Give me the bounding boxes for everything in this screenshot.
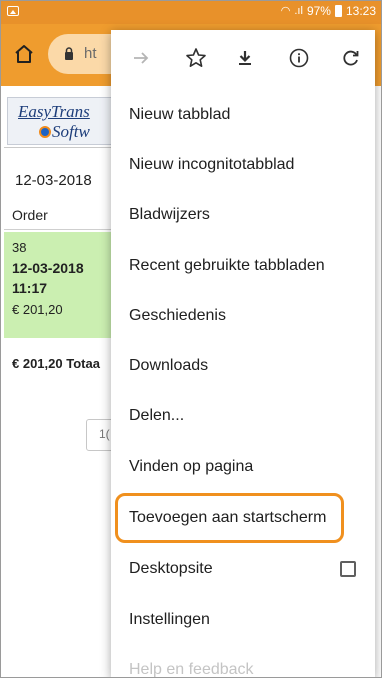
forward-arrow-icon xyxy=(134,52,149,64)
star-icon xyxy=(186,48,206,67)
order-total: € 201,20 Totaa xyxy=(12,356,100,371)
home-button[interactable] xyxy=(10,40,38,68)
url-text: ht xyxy=(84,45,97,62)
gallery-notification-icon xyxy=(7,6,19,16)
reload-icon xyxy=(343,50,359,66)
info-icon xyxy=(289,48,309,68)
highlight-outline xyxy=(115,493,344,543)
order-card[interactable]: 38 12-03-2018 11:17 € 201,20 xyxy=(4,232,124,338)
date-header: 12-03-2018 xyxy=(15,172,92,189)
divider xyxy=(4,229,124,230)
menu-item-label: Nieuw incognitotabblad xyxy=(129,156,295,173)
bookmark-button[interactable] xyxy=(184,46,208,70)
menu-item-label: Nieuw tabblad xyxy=(129,106,231,123)
menu-item-history[interactable]: Geschiedenis xyxy=(111,293,375,341)
logo-dot-icon xyxy=(39,126,51,138)
menu-item-help-feedback[interactable]: Help en feedback xyxy=(111,647,375,678)
download-button[interactable] xyxy=(233,46,257,70)
order-date: 12-03-2018 xyxy=(12,260,84,276)
order-column-header: Order xyxy=(12,207,48,223)
logo-line2: Softw xyxy=(52,122,90,141)
page-size-value: 1( xyxy=(99,427,110,441)
easytrans-logo: EasyTrans Softw xyxy=(7,97,115,145)
page-info-button[interactable] xyxy=(287,46,311,70)
menu-item-label: Instellingen xyxy=(129,611,210,628)
menu-item-label: Delen... xyxy=(129,407,185,424)
desktop-site-checkbox[interactable] xyxy=(340,561,356,577)
menu-item-new-incognito-tab[interactable]: Nieuw incognitotabblad xyxy=(111,142,375,190)
divider xyxy=(4,147,124,148)
menu-item-bookmarks[interactable]: Bladwijzers xyxy=(111,192,375,240)
order-time: 11:17 xyxy=(12,280,48,296)
menu-item-label: Geschiedenis xyxy=(129,307,226,324)
reload-button[interactable] xyxy=(339,46,363,70)
download-icon xyxy=(239,51,251,65)
menu-item-label: Downloads xyxy=(129,357,209,374)
menu-item-downloads[interactable]: Downloads xyxy=(111,343,375,391)
order-id: 38 xyxy=(12,240,27,255)
menu-item-label: Help en feedback xyxy=(129,661,254,678)
menu-item-desktop-site[interactable]: Desktopsite xyxy=(111,546,375,594)
wifi-icon: ◠ xyxy=(280,4,291,17)
menu-item-label: Desktopsite xyxy=(129,560,213,577)
menu-item-label: Vinden op pagina xyxy=(129,458,254,475)
status-bar: ◠ .ıl 97% 13:23 xyxy=(0,0,382,24)
menu-item-share[interactable]: Delen... xyxy=(111,393,375,441)
battery-icon xyxy=(334,5,342,17)
order-price: € 201,20 xyxy=(12,302,63,317)
forward-button[interactable] xyxy=(129,46,153,70)
signal-icon: .ıl xyxy=(294,4,303,17)
clock: 13:23 xyxy=(345,4,376,18)
menu-toolbar xyxy=(111,30,375,90)
menu-item-label: Bladwijzers xyxy=(129,206,210,223)
battery-percent: 97% xyxy=(306,4,331,18)
menu-item-new-tab[interactable]: Nieuw tabblad xyxy=(111,92,375,140)
menu-item-find-in-page[interactable]: Vinden op pagina xyxy=(111,444,375,492)
home-icon xyxy=(15,45,33,63)
menu-item-label: Recent gebruikte tabbladen xyxy=(129,257,325,274)
browser-overflow-menu: Nieuw tabblad Nieuw incognitotabblad Bla… xyxy=(111,30,375,678)
menu-item-recent-tabs[interactable]: Recent gebruikte tabbladen xyxy=(111,243,375,291)
menu-item-settings[interactable]: Instellingen xyxy=(111,597,375,645)
lock-icon xyxy=(65,47,73,60)
status-right: ◠ .ıl 97% 13:23 xyxy=(281,4,376,18)
logo-line1: EasyTrans xyxy=(18,102,90,121)
